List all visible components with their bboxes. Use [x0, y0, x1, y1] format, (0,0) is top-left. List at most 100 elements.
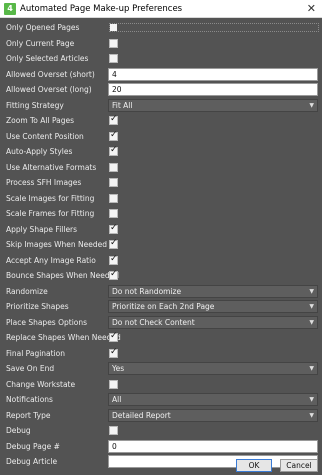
chevron-down-icon: ▼ — [309, 303, 314, 310]
pref-row-save-on-end: Save On End Yes ▼ — [0, 361, 322, 377]
zoom-to-all-pages-checkbox[interactable]: ✓ — [109, 114, 118, 125]
pref-row-only-current-page: Only Current Page — [0, 36, 322, 52]
pref-label: Auto-Apply Styles — [6, 147, 73, 156]
pref-label: Replace Shapes When Needed — [6, 333, 121, 342]
accept-any-image-ratio-checkbox[interactable]: ✓ — [109, 253, 118, 265]
pref-row-prioritize-shapes: Prioritize Shapes Prioritize on Each 2nd … — [0, 299, 322, 315]
pref-row-scale-images-for-fitting: Scale Images for Fitting — [0, 191, 322, 207]
pref-label: Scale Images for Fitting — [6, 193, 95, 203]
bounce-shapes-when-needed-checkbox[interactable]: ✓ — [109, 269, 118, 280]
close-icon[interactable]: ✕ — [307, 0, 316, 18]
pref-label: Allowed Overset (short) — [6, 69, 95, 79]
checkmark-icon: ✓ — [110, 238, 118, 248]
pref-label: Skip Images When Needed — [6, 240, 108, 249]
dropdown-value: Fit All — [112, 100, 133, 110]
pref-row-scale-frames-for-fitting: Scale Frames for Fitting — [0, 206, 322, 222]
only-selected-articles-checkbox[interactable] — [109, 54, 118, 63]
pref-row-place-shapes-options: Place Shapes Options Do not Check Content… — [0, 315, 322, 331]
place-shapes-options-dropdown[interactable]: Do not Check Content ▼ — [108, 315, 318, 329]
pref-row-replace-shapes-when-needed: Replace Shapes When Needed ✓ — [0, 330, 322, 346]
app-icon: 4 — [4, 3, 16, 15]
ok-button[interactable]: OK — [236, 459, 272, 472]
save-on-end-dropdown[interactable]: Yes ▼ — [108, 362, 318, 375]
skip-images-when-needed-checkbox[interactable]: ✓ — [109, 238, 118, 249]
dropdown-value: Prioritize on Each 2nd Page — [112, 302, 215, 311]
pref-label: Zoom To All Pages — [6, 116, 75, 125]
pref-row-allowed-overset-long: Allowed Overset (long) 20 — [0, 82, 322, 98]
pref-row-auto-apply-styles: Auto-Apply Styles ✓ — [0, 144, 322, 160]
pref-row-process-sfh-images: Process SFH Images — [0, 175, 322, 191]
scale-frames-for-fitting-checkbox[interactable] — [109, 209, 118, 218]
dropdown-value: Do not Randomize — [112, 286, 182, 296]
process-sfh-images-checkbox[interactable] — [109, 178, 118, 187]
pref-label: Final Pagination — [6, 348, 66, 358]
pref-row-skip-images-when-needed: Skip Images When Needed ✓ — [0, 237, 322, 253]
use-alternative-formats-checkbox[interactable] — [109, 162, 118, 172]
pref-label: Apply Shape Fillers — [6, 224, 78, 234]
pref-row-zoom-to-all-pages: Zoom To All Pages ✓ — [0, 113, 322, 129]
use-content-position-checkbox[interactable]: ✓ — [109, 129, 118, 141]
pref-row-only-selected-articles: Only Selected Articles — [0, 51, 322, 67]
checkmark-icon: ✓ — [110, 222, 118, 233]
pref-label: Debug Page # — [6, 441, 60, 451]
pref-label: Accept Any Image Ratio — [6, 255, 96, 265]
dropdown-value: Do not Check Content — [112, 317, 195, 327]
chevron-down-icon: ▼ — [309, 101, 314, 109]
checkmark-icon: ✓ — [110, 346, 118, 357]
checkmark-icon: ✓ — [110, 269, 118, 279]
pref-label: Change Workstate — [6, 379, 76, 389]
notifications-dropdown[interactable]: All ▼ — [108, 393, 318, 406]
fitting-strategy-dropdown[interactable]: Fit All ▼ — [108, 98, 318, 112]
pref-row-only-opened-pages: Only Opened Pages — [0, 20, 322, 36]
report-type-dropdown[interactable]: Detailed Report ▼ — [108, 408, 318, 422]
title-bar[interactable]: 4 Automated Page Make-up Preferences ✕ — [0, 0, 322, 18]
pref-label: Use Alternative Formats — [6, 162, 97, 172]
debug-checkbox[interactable] — [109, 426, 118, 435]
auto-apply-styles-checkbox[interactable]: ✓ — [109, 145, 118, 156]
pref-row-bounce-shapes-when-needed: Bounce Shapes When Needed ✓ — [0, 268, 322, 284]
window-title: Automated Page Make-up Preferences — [20, 4, 183, 14]
pref-label: Debug Article — [6, 457, 58, 466]
pref-row-debug: Debug — [0, 423, 322, 439]
dropdown-value: Yes — [112, 364, 125, 373]
dropdown-value: All — [112, 395, 122, 404]
debug-page-field[interactable]: 0 — [108, 439, 318, 453]
chevron-down-icon: ▼ — [309, 287, 314, 295]
pref-label: Only Current Page — [6, 38, 75, 48]
pref-row-apply-shape-fillers: Apply Shape Fillers ✓ — [0, 222, 322, 238]
pref-label: Randomize — [6, 286, 48, 296]
pref-label: Bounce Shapes When Needed — [6, 271, 120, 280]
prioritize-shapes-dropdown[interactable]: Prioritize on Each 2nd Page ▼ — [108, 300, 318, 313]
randomize-dropdown[interactable]: Do not Randomize ▼ — [108, 284, 318, 298]
change-workstate-checkbox[interactable] — [109, 379, 118, 389]
preferences-form: Only Opened Pages Only Current Page Only S… — [0, 20, 322, 470]
pref-label: Save On End — [6, 364, 55, 373]
pref-label: Scale Frames for Fitting — [6, 209, 95, 218]
apply-shape-fillers-checkbox[interactable]: ✓ — [109, 222, 118, 234]
pref-label: Debug — [6, 426, 31, 435]
chevron-down-icon: ▼ — [309, 318, 314, 326]
pref-row-final-pagination: Final Pagination ✓ — [0, 346, 322, 362]
pref-row-debug-page: Debug Page # 0 — [0, 439, 322, 455]
checkmark-icon: ✓ — [110, 129, 118, 140]
allowed-overset-long-field[interactable]: 20 — [108, 83, 318, 96]
pref-row-debug-article: Debug Article — [0, 454, 322, 470]
pref-row-randomize: Randomize Do not Randomize ▼ — [0, 284, 322, 300]
pref-label: Place Shapes Options — [6, 317, 88, 327]
pref-row-change-workstate: Change Workstate — [0, 377, 322, 393]
cancel-button[interactable]: Cancel — [280, 459, 318, 472]
scale-images-for-fitting-checkbox[interactable] — [109, 193, 118, 203]
allowed-overset-short-field[interactable]: 4 — [108, 67, 318, 81]
pref-label: Only Selected Articles — [6, 54, 89, 63]
only-opened-pages-checkbox[interactable] — [109, 23, 319, 32]
replace-shapes-when-needed-checkbox[interactable]: ✓ — [109, 331, 118, 342]
checkmark-icon: ✓ — [110, 331, 118, 341]
checkmark-icon: ✓ — [110, 253, 118, 264]
pref-label: Allowed Overset (long) — [6, 85, 92, 94]
pref-label: Process SFH Images — [6, 178, 82, 187]
checkbox-box — [110, 24, 117, 31]
final-pagination-checkbox[interactable]: ✓ — [109, 346, 118, 358]
chevron-down-icon: ▼ — [309, 365, 314, 372]
only-current-page-checkbox[interactable] — [109, 38, 118, 48]
pref-row-notifications: Notifications All ▼ — [0, 392, 322, 408]
